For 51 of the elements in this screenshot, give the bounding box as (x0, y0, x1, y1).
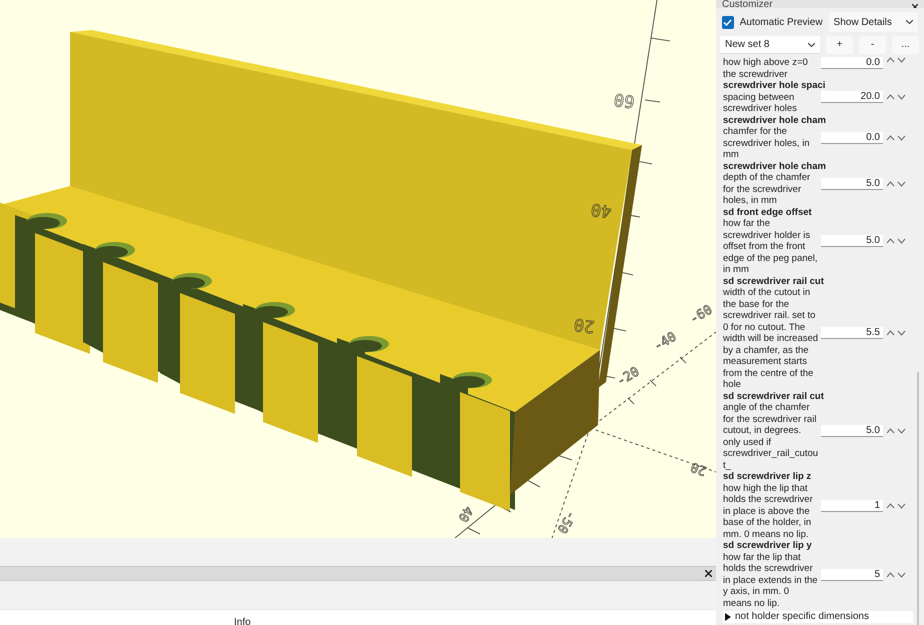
checkbox[interactable] (722, 16, 734, 28)
parameter-name: sd screwdriver rail cut (723, 390, 824, 402)
scrollbar-thumb[interactable] (917, 372, 919, 625)
close-icon[interactable] (705, 570, 712, 577)
parameter-name: sd screwdriver lip y (723, 540, 812, 552)
parameter-name: screwdriver hole cham (723, 114, 826, 126)
checkbox-label: Automatic Preview (740, 16, 823, 30)
number-field[interactable]: 0.0 (821, 57, 883, 69)
chevron-down-icon (808, 42, 815, 46)
axis-label: 40 (454, 503, 476, 524)
console-tab[interactable]: Info (234, 617, 251, 625)
preset-button[interactable]: - (859, 36, 886, 54)
parameter-name: screwdriver hole cham (723, 160, 826, 172)
parameter-name: sd front edge offset (723, 206, 812, 218)
spinner-arrows-icon[interactable] (887, 57, 907, 63)
parameter-name: screwdriver hole spaci (723, 80, 826, 92)
axis-label: 40 (590, 198, 613, 222)
axis-label: -20 (614, 364, 642, 390)
group-header[interactable]: not holder specific dimensions (723, 611, 913, 623)
panel-title: Customizer (722, 0, 773, 8)
dropdown[interactable]: New set 8 (720, 36, 820, 54)
parameter-description: how far the lip that holds the screwdriver in place extends in the y axis, in mm. 0 means no lip. (723, 552, 819, 609)
parameter-name: sd screwdriver rail cut (723, 276, 824, 287)
preset-button[interactable]: ... (892, 36, 919, 54)
spinner-arrows-icon[interactable] (887, 330, 907, 336)
axis-label: 20 (572, 314, 596, 336)
number-field[interactable]: 0.0 (821, 132, 883, 144)
spinner-arrows-icon[interactable] (887, 502, 907, 508)
spinner-arrows-icon[interactable] (887, 94, 907, 100)
number-field[interactable]: 5.0 (821, 235, 883, 247)
axis-label: -50 (554, 508, 578, 536)
parameter-name: sd screwdriver lip z (723, 471, 812, 482)
spinner-arrows-icon[interactable] (887, 572, 907, 578)
chevron-down-icon (906, 20, 913, 24)
axis-label: 20 (688, 458, 709, 478)
spinner-arrows-icon[interactable] (887, 428, 907, 434)
preset-button[interactable]: + (826, 36, 853, 54)
spinner-arrows-icon[interactable] (887, 180, 907, 186)
number-field[interactable]: 1 (821, 500, 883, 512)
number-field[interactable]: 20.0 (821, 91, 883, 104)
number-field[interactable]: 5 (821, 568, 883, 580)
number-field[interactable]: 5.0 (821, 178, 883, 190)
spinner-arrows-icon[interactable] (887, 238, 907, 244)
parameter-description: how high the lip that holds the screwdriver in place is above the base of the holder, in mm. 0 means no lip. (723, 482, 814, 540)
axis-label: -40 (651, 330, 680, 354)
number-field[interactable]: 5.5 (821, 327, 883, 339)
axis-label: -60 (687, 302, 716, 328)
spinner-arrows-icon[interactable] (887, 134, 907, 140)
axis-label: 60 (612, 88, 636, 112)
dropdown[interactable]: Show Details (828, 12, 918, 32)
number-field[interactable]: 5.0 (821, 424, 883, 437)
